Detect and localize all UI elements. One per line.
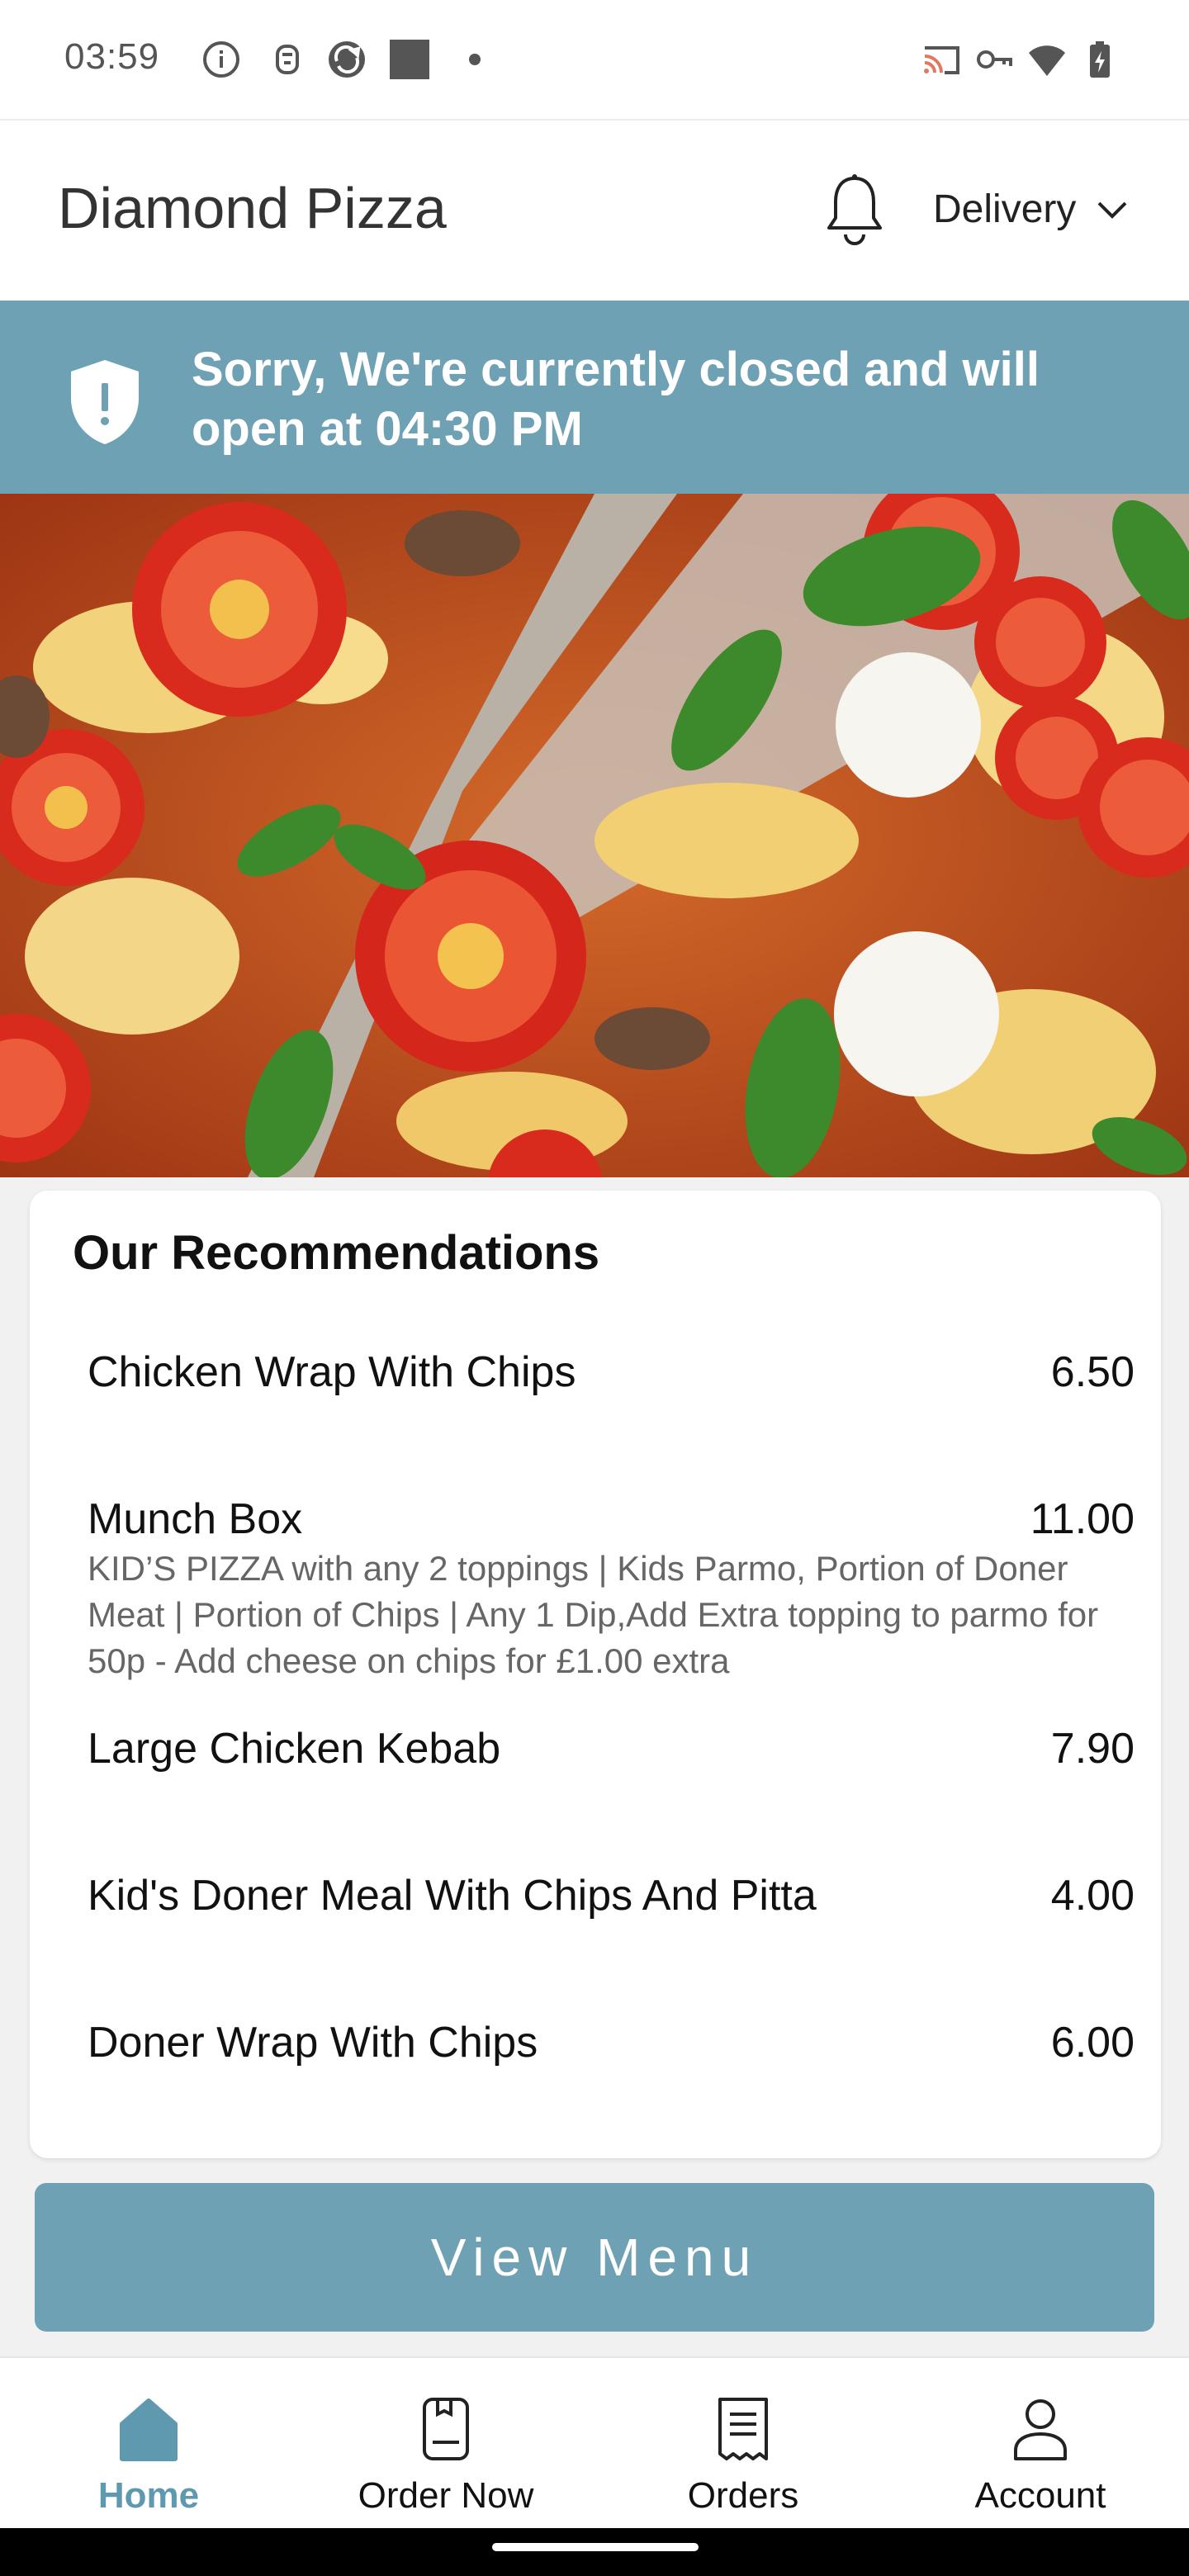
system-gesture-bar xyxy=(0,2528,1189,2576)
bottom-navigation: Home Order Now Orders Account xyxy=(0,2356,1189,2528)
recommendation-item[interactable]: Doner Wrap With Chips 6.00 xyxy=(88,2018,1135,2067)
notification-app-icon xyxy=(276,45,299,74)
nav-account[interactable]: Account xyxy=(892,2358,1189,2528)
item-price: 6.50 xyxy=(1050,1348,1135,1396)
app-header: Diamond Pizza Delivery xyxy=(0,119,1189,301)
recommendation-item[interactable]: Large Chicken Kebab 7.90 xyxy=(88,1724,1135,1773)
dot-icon xyxy=(469,54,481,65)
item-price: 11.00 xyxy=(1030,1495,1135,1543)
nav-label: Orders xyxy=(687,2475,799,2516)
battery-icon xyxy=(1090,41,1110,78)
recommendation-item[interactable]: Kid's Doner Meal With Chips And Pitta 4.… xyxy=(88,1871,1135,1920)
nav-orders[interactable]: Orders xyxy=(594,2358,892,2528)
recommendation-item[interactable]: Chicken Wrap With Chips 6.50 xyxy=(88,1347,1135,1397)
item-name: Munch Box xyxy=(88,1495,303,1543)
item-description: KID’S PIZZA with any 2 toppings | Kids P… xyxy=(88,1549,1099,1680)
person-icon xyxy=(1014,2399,1067,2460)
receipt-icon xyxy=(718,2398,768,2460)
nav-label: Home xyxy=(97,2475,200,2516)
item-name: Doner Wrap With Chips xyxy=(88,2019,538,2067)
item-name: Kid's Doner Meal With Chips And Pitta xyxy=(88,1872,817,1920)
item-price: 7.90 xyxy=(1050,1725,1135,1773)
item-name: Large Chicken Kebab xyxy=(88,1725,501,1773)
recommendation-item[interactable]: Munch Box 11.00 KID’S PIZZA with any 2 t… xyxy=(88,1494,1135,1684)
nav-label: Account xyxy=(974,2475,1106,2516)
home-gesture-handle[interactable] xyxy=(492,2543,699,2551)
nav-label: Order Now xyxy=(358,2475,534,2516)
status-bar: 03:59 xyxy=(0,0,1189,119)
view-menu-label: View Menu xyxy=(430,2228,759,2287)
order-type-dropdown[interactable]: Delivery xyxy=(933,172,1129,246)
home-icon xyxy=(120,2398,178,2461)
square-app-icon xyxy=(390,40,429,79)
wifi-icon xyxy=(1029,45,1065,76)
chevron-down-icon xyxy=(1097,201,1127,219)
bell-icon[interactable] xyxy=(822,170,887,249)
sync-app-icon xyxy=(329,41,365,78)
item-price: 4.00 xyxy=(1050,1872,1135,1920)
order-book-icon xyxy=(423,2398,469,2460)
nav-home[interactable]: Home xyxy=(0,2358,297,2528)
vpn-key-icon xyxy=(977,50,1012,69)
item-name: Chicken Wrap With Chips xyxy=(88,1348,576,1396)
shield-alert-icon xyxy=(71,360,139,444)
cast-icon xyxy=(924,46,959,74)
info-icon xyxy=(203,41,239,78)
restaurant-title: Diamond Pizza xyxy=(58,176,447,240)
recommendations-card: Our Recommendations Chicken Wrap With Ch… xyxy=(30,1191,1161,2158)
item-price: 6.00 xyxy=(1050,2019,1135,2067)
pizza-photo xyxy=(0,494,1189,1177)
status-time: 03:59 xyxy=(64,36,160,77)
nav-order-now[interactable]: Order Now xyxy=(297,2358,594,2528)
closed-message: Sorry, We're currently closed and will o… xyxy=(192,343,1040,456)
order-type-label: Delivery xyxy=(933,187,1077,231)
closed-banner: Sorry, We're currently closed and will o… xyxy=(0,301,1189,494)
pizza-illustration xyxy=(0,494,1189,1177)
recommendations-title: Our Recommendations xyxy=(73,1226,600,1280)
view-menu-button[interactable]: View Menu xyxy=(35,2183,1154,2332)
